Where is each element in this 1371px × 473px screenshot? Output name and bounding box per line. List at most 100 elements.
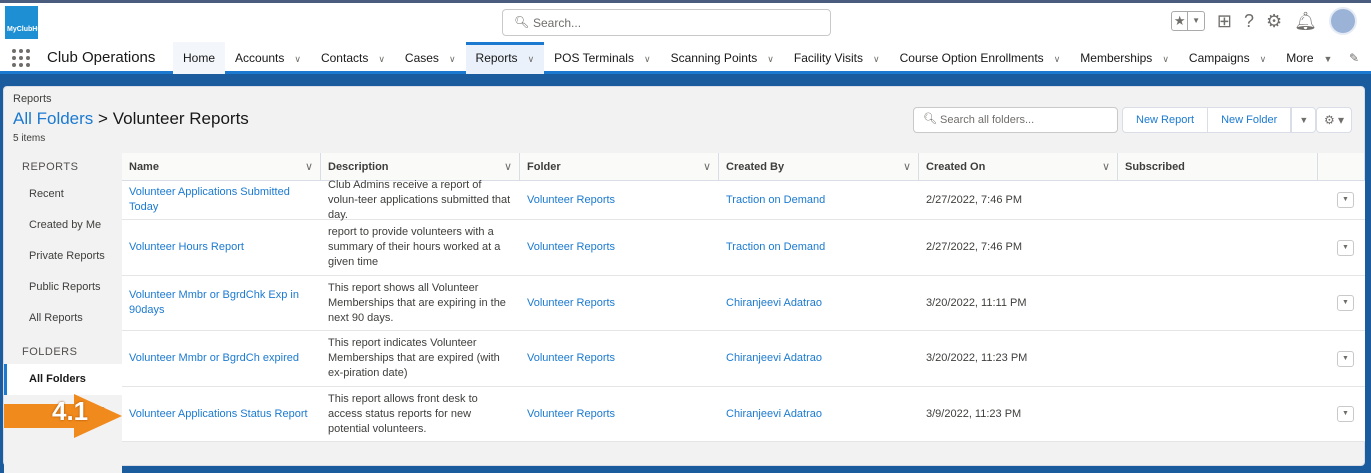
sidebar-item-public-reports[interactable]: Public Reports bbox=[4, 272, 122, 303]
row-actions-dropdown[interactable]: ▼ bbox=[1337, 295, 1354, 311]
cell-folder[interactable]: Volunteer Reports bbox=[520, 240, 719, 255]
sidebar-item-private-reports[interactable]: Private Reports bbox=[4, 241, 122, 272]
cell-name[interactable]: Volunteer Mmbr or BgrdCh expired bbox=[122, 351, 321, 366]
app-logo[interactable]: MyClubHub bbox=[5, 6, 46, 39]
chevron-down-icon[interactable]: ∨ bbox=[378, 54, 385, 64]
new-report-button[interactable]: New Report bbox=[1122, 107, 1209, 133]
more-actions-button[interactable]: ▼ bbox=[1291, 107, 1317, 133]
global-search-input[interactable]: 🔍︎ Search... bbox=[502, 9, 831, 36]
column-header-subscribed[interactable]: Subscribed bbox=[1118, 152, 1318, 181]
search-icon: 🔍︎ bbox=[514, 15, 530, 29]
cell-folder[interactable]: Volunteer Reports bbox=[520, 351, 719, 366]
sort-chevron-icon[interactable]: ∨ bbox=[305, 153, 313, 181]
reports-card: Reports All Folders > Volunteer Reports … bbox=[3, 86, 1365, 473]
row-actions-dropdown[interactable]: ▼ bbox=[1337, 192, 1354, 208]
chevron-down-icon[interactable]: ∨ bbox=[1162, 54, 1169, 64]
page-title: All Folders > Volunteer Reports bbox=[13, 109, 249, 128]
cell-created-by[interactable]: Chiranjeevi Adatrao bbox=[719, 296, 919, 311]
tab-memberships[interactable]: Memberships ∨ bbox=[1070, 42, 1179, 74]
sort-chevron-icon[interactable]: ∨ bbox=[504, 153, 512, 181]
column-header-folder[interactable]: Folder ∨ bbox=[520, 152, 719, 181]
row-actions-dropdown[interactable]: ▼ bbox=[1337, 239, 1354, 256]
column-header-actions bbox=[1318, 152, 1365, 181]
tab-cases[interactable]: Cases ∨ bbox=[395, 42, 466, 74]
sort-chevron-icon[interactable]: ∨ bbox=[903, 153, 911, 181]
tab-contacts[interactable]: Contacts ∨ bbox=[311, 42, 395, 74]
new-folder-button[interactable]: New Folder bbox=[1208, 107, 1292, 133]
cell-name[interactable]: Volunteer Mmbr or BgrdChk Exp in 90days bbox=[122, 288, 321, 318]
column-header-description[interactable]: Description ∨ bbox=[321, 152, 520, 181]
row-actions-dropdown[interactable]: ▼ bbox=[1337, 406, 1354, 422]
column-header-name[interactable]: Name ∨ bbox=[122, 152, 321, 181]
row-actions-dropdown[interactable]: ▼ bbox=[1337, 350, 1354, 367]
cell-created-by[interactable]: Chiranjeevi Adatrao bbox=[719, 407, 919, 422]
chevron-down-icon[interactable]: ∨ bbox=[767, 54, 774, 64]
sidebar-item-created-by-me[interactable]: Created by Me bbox=[4, 210, 122, 241]
column-header-created-by[interactable]: Created By ∨ bbox=[719, 152, 919, 181]
add-icon[interactable]: ⊞ bbox=[1217, 11, 1232, 32]
tab-pos-terminals[interactable]: POS Terminals ∨ bbox=[544, 42, 660, 74]
cell-name[interactable]: Volunteer Hours Report bbox=[122, 240, 321, 255]
cell-folder[interactable]: Volunteer Reports bbox=[520, 407, 719, 422]
cell-created-on: 2/27/2022, 7:46 PM bbox=[926, 241, 1023, 253]
table-row: Volunteer Applications Submitted Today Cl… bbox=[122, 178, 1365, 221]
global-header: MyClubHub 🔍︎ Search... ★ ▼ ⊞ ? ⚙ 🔔︎ bbox=[0, 0, 1371, 42]
chevron-down-icon[interactable]: ∨ bbox=[449, 54, 456, 64]
cell-created-on: 2/27/2022, 7:46 PM bbox=[926, 193, 1023, 206]
chevron-down-icon[interactable]: ∨ bbox=[1260, 54, 1267, 64]
app-launcher-icon[interactable] bbox=[12, 49, 30, 67]
chevron-down-icon[interactable]: ∨ bbox=[644, 54, 651, 64]
cell-created-by[interactable]: Traction on Demand bbox=[719, 240, 919, 255]
column-header-created-on[interactable]: Created On ∨ bbox=[919, 152, 1118, 181]
tab-facility-visits[interactable]: Facility Visits ∨ bbox=[784, 42, 890, 74]
settings-menu-button[interactable]: ⚙ ▾ bbox=[1316, 107, 1352, 133]
folder-search-input[interactable]: 🔍︎ Search all folders... bbox=[913, 107, 1118, 133]
cell-folder[interactable]: Volunteer Reports bbox=[520, 296, 719, 311]
sidebar-item-all-folders[interactable]: All Folders bbox=[4, 364, 122, 395]
search-icon: 🔍︎ bbox=[923, 113, 937, 125]
cell-folder[interactable]: Volunteer Reports bbox=[520, 193, 719, 208]
app-nav: Club Operations Home Accounts ∨ Contacts ∨ Ca… bbox=[0, 42, 1371, 74]
chevron-down-icon[interactable]: ▼ bbox=[1324, 54, 1333, 64]
cell-created-by[interactable]: Chiranjeevi Adatrao bbox=[719, 351, 919, 366]
cell-created-by[interactable]: Traction on Demand bbox=[719, 193, 919, 208]
reports-table: Name ∨ Description ∨ Folder ∨ Created By ∨ Creat… bbox=[122, 152, 1365, 442]
table-row: Volunteer Hours Report report to provide … bbox=[122, 220, 1365, 276]
chevron-down-icon[interactable]: ∨ bbox=[873, 54, 880, 64]
tab-scanning-points[interactable]: Scanning Points ∨ bbox=[661, 42, 784, 74]
table-row: Volunteer Applications Status Report This… bbox=[122, 387, 1365, 442]
cell-description: Club Admins receive a report of volun-te… bbox=[328, 178, 511, 221]
tab-home[interactable]: Home bbox=[173, 42, 226, 74]
sidebar-item-all-reports[interactable]: All Reports bbox=[4, 303, 122, 334]
breadcrumb-all-folders[interactable]: All Folders bbox=[13, 109, 93, 128]
sort-chevron-icon[interactable]: ∨ bbox=[1102, 153, 1110, 181]
avatar[interactable] bbox=[1329, 7, 1357, 35]
gear-icon[interactable]: ⚙ bbox=[1266, 11, 1282, 32]
tab-accounts[interactable]: Accounts ∨ bbox=[225, 42, 311, 74]
app-name: Club Operations bbox=[47, 49, 156, 66]
cell-name[interactable]: Volunteer Applications Submitted Today bbox=[122, 185, 321, 215]
cell-created-on: 3/20/2022, 11:11 PM bbox=[926, 296, 1027, 309]
cell-description: This report shows all Volunteer Membersh… bbox=[328, 281, 506, 324]
chevron-down-icon[interactable]: ∨ bbox=[294, 54, 301, 64]
chevron-down-icon[interactable]: ∨ bbox=[528, 54, 535, 64]
tab-course-option-enrollments[interactable]: Course Option Enrollments ∨ bbox=[890, 42, 1071, 74]
table-row: Volunteer Mmbr or BgrdCh expired This rep… bbox=[122, 331, 1365, 387]
reports-heading: REPORTS bbox=[22, 161, 79, 173]
folder-name: Volunteer Reports bbox=[112, 109, 249, 128]
tab-reports[interactable]: Reports ∨ bbox=[465, 42, 545, 74]
help-icon[interactable]: ? bbox=[1244, 11, 1254, 32]
tab-campaigns[interactable]: Campaigns ∨ bbox=[1179, 42, 1276, 74]
chevron-down-icon[interactable]: ∨ bbox=[1054, 54, 1061, 64]
chevron-down-icon: ▼ bbox=[1187, 12, 1204, 30]
star-icon: ★ bbox=[1173, 13, 1186, 28]
bell-icon[interactable]: 🔔︎ bbox=[1294, 11, 1317, 32]
edit-nav-icon[interactable]: ✎ bbox=[1349, 51, 1359, 65]
cell-name[interactable]: Volunteer Applications Status Report bbox=[122, 407, 321, 422]
object-label: Reports bbox=[13, 93, 52, 105]
tab-more[interactable]: More ▼ bbox=[1276, 42, 1342, 74]
favorites-button[interactable]: ★ ▼ bbox=[1170, 11, 1205, 31]
sidebar-item-recent[interactable]: Recent bbox=[4, 179, 122, 210]
sort-chevron-icon[interactable]: ∨ bbox=[703, 153, 711, 181]
cell-description: This report indicates Volunteer Membersh… bbox=[328, 337, 500, 379]
